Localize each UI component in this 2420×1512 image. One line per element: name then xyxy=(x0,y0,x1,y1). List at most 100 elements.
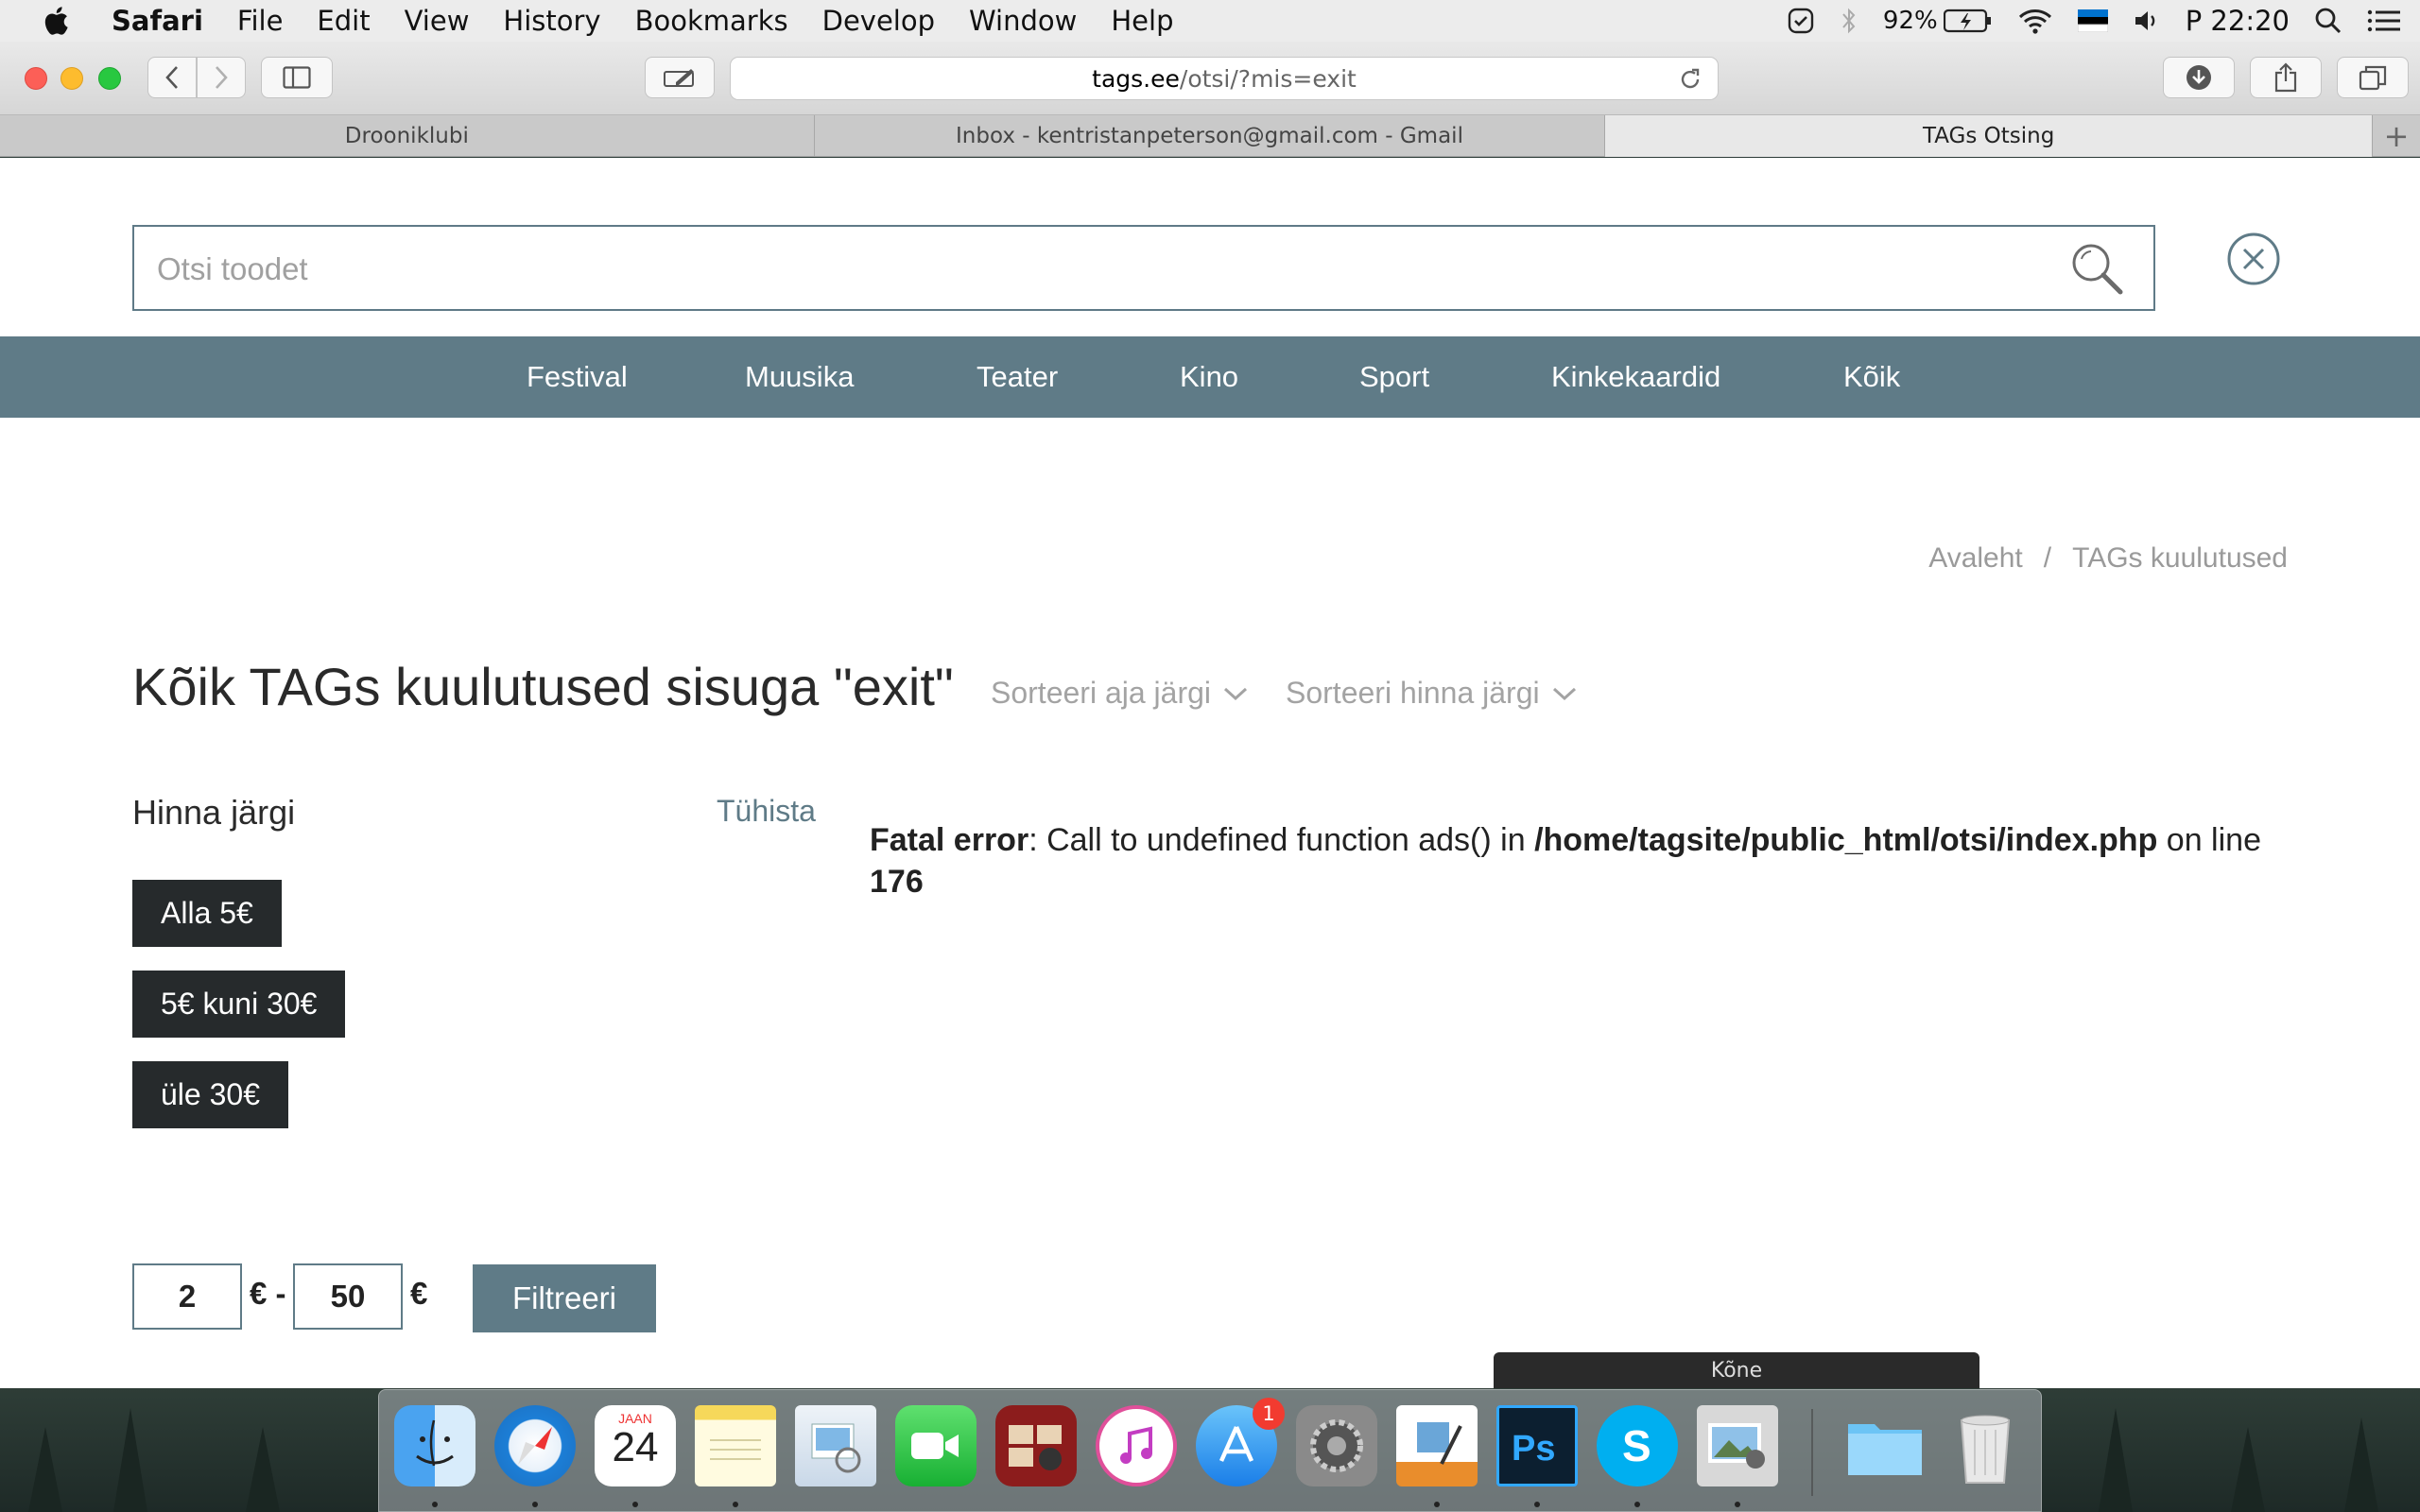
url-host: tags.ee xyxy=(1092,64,1180,93)
reader-compose-button[interactable] xyxy=(645,57,715,98)
system-preferences-icon[interactable] xyxy=(1296,1405,1377,1486)
apple-logo-icon[interactable] xyxy=(38,6,74,36)
menu-file[interactable]: File xyxy=(237,5,284,37)
forward-button[interactable] xyxy=(197,57,246,98)
search-input[interactable] xyxy=(157,248,1953,291)
calendar-day: 24 xyxy=(612,1424,659,1470)
php-error-message: Fatal error: Call to undefined function … xyxy=(870,819,2288,902)
share-icon xyxy=(2274,62,2297,93)
window-zoom-button[interactable] xyxy=(98,67,121,90)
app-store-badge: 1 xyxy=(1253,1398,1285,1430)
notes-icon[interactable] xyxy=(695,1405,776,1486)
breadcrumb-separator: / xyxy=(2043,542,2052,574)
search-icon[interactable] xyxy=(2068,240,2125,297)
max-price-input[interactable]: 50 xyxy=(293,1263,403,1330)
price-under-5-button[interactable]: Alla 5€ xyxy=(132,880,282,947)
bluetooth-icon[interactable] xyxy=(1840,7,1858,35)
menu-window[interactable]: Window xyxy=(969,5,1077,37)
clock[interactable]: P 22:20 xyxy=(2186,5,2290,37)
tree-silhouette xyxy=(246,1427,280,1512)
photoshop-icon[interactable]: Ps xyxy=(1496,1405,1578,1486)
nav-item-kinkekaardid[interactable]: Kinkekaardid xyxy=(1551,336,1720,418)
wifi-icon[interactable] xyxy=(2017,7,2053,35)
reload-icon[interactable] xyxy=(1678,67,1703,92)
download-icon xyxy=(2187,65,2211,90)
nav-item-sport[interactable]: Sport xyxy=(1359,336,1429,418)
tree-silhouette xyxy=(2099,1408,2133,1512)
running-indicator xyxy=(1434,1502,1440,1507)
nav-item-kino[interactable]: Kino xyxy=(1180,336,1238,418)
search-box xyxy=(132,225,2155,311)
running-indicator xyxy=(1634,1502,1640,1507)
menu-edit[interactable]: Edit xyxy=(317,5,370,37)
filter-submit-button[interactable]: Filtreeri xyxy=(473,1264,656,1332)
folder-icon[interactable] xyxy=(1844,1405,1926,1486)
menu-develop[interactable]: Develop xyxy=(822,5,935,37)
running-indicator xyxy=(632,1502,638,1507)
breadcrumb-current[interactable]: TAGs kuulutused xyxy=(2072,542,2288,574)
error-text: : Call to undefined function ads() in xyxy=(1028,822,1535,858)
tab-drooniklubi[interactable]: Drooniklubi xyxy=(0,115,815,157)
back-button[interactable] xyxy=(147,57,197,98)
sidebar-toggle-button[interactable] xyxy=(261,57,333,98)
tab-gmail-inbox[interactable]: Inbox - kentristanpeterson@gmail.com - G… xyxy=(815,115,1606,157)
menu-view[interactable]: View xyxy=(405,5,470,37)
dock-tooltip: Kõne xyxy=(1494,1352,1979,1388)
url-path: /otsi/?mis=exit xyxy=(1179,64,1357,93)
chevron-down-icon xyxy=(1552,687,1576,700)
skype-icon[interactable]: S xyxy=(1597,1405,1678,1486)
nav-item-koik[interactable]: Kõik xyxy=(1843,336,1900,418)
chevron-right-icon xyxy=(216,66,228,89)
photo-booth-icon[interactable] xyxy=(995,1405,1077,1486)
menu-app-safari[interactable]: Safari xyxy=(112,5,203,37)
nav-item-muusika[interactable]: Muusika xyxy=(745,336,854,418)
dock-divider xyxy=(1811,1409,1813,1496)
input-source-flag-icon[interactable] xyxy=(2077,9,2108,32)
sort-by-time-label: Sorteeri aja järgi xyxy=(991,676,1211,710)
trash-icon[interactable] xyxy=(1945,1405,2026,1486)
share-button[interactable] xyxy=(2250,57,2322,98)
tab-overview-button[interactable] xyxy=(2337,57,2409,98)
nav-item-teater[interactable]: Teater xyxy=(977,336,1058,418)
iphoto-icon[interactable] xyxy=(1697,1405,1778,1486)
pages-icon[interactable] xyxy=(1396,1405,1478,1486)
error-path: /home/tagsite/public_html/otsi/index.php xyxy=(1534,822,2158,858)
spotlight-search-icon[interactable] xyxy=(2314,7,2342,35)
price-5-to-30-button[interactable]: 5€ kuni 30€ xyxy=(132,971,346,1038)
volume-icon[interactable] xyxy=(2133,8,2161,34)
dock: JAAN 24 1 Ps S xyxy=(378,1389,2042,1512)
battery-indicator[interactable]: 92% xyxy=(1883,7,1993,35)
menu-history[interactable]: History xyxy=(503,5,600,37)
downloads-button[interactable] xyxy=(2163,57,2235,98)
facetime-icon[interactable] xyxy=(895,1405,977,1486)
safari-icon[interactable] xyxy=(494,1405,576,1486)
itunes-icon[interactable] xyxy=(1096,1405,1177,1486)
tab-tags-otsing[interactable]: TAGs Otsing xyxy=(1605,115,2374,157)
preview-icon[interactable] xyxy=(795,1405,876,1486)
nav-item-festival[interactable]: Festival xyxy=(527,336,628,418)
window-close-button[interactable] xyxy=(25,67,47,90)
running-indicator xyxy=(1534,1502,1540,1507)
running-indicator xyxy=(432,1502,438,1507)
min-price-input[interactable]: 2 xyxy=(132,1263,242,1330)
breadcrumb-home[interactable]: Avaleht xyxy=(1928,542,2023,574)
close-search-icon[interactable] xyxy=(2226,232,2281,286)
finder-icon[interactable] xyxy=(394,1405,475,1486)
sort-by-time[interactable]: Sorteeri aja järgi xyxy=(991,676,1249,711)
calendar-icon[interactable]: JAAN 24 xyxy=(595,1405,676,1486)
range-separator: € - xyxy=(250,1276,286,1311)
currency-label: € xyxy=(410,1276,428,1311)
window-minimize-button[interactable] xyxy=(60,67,83,90)
app-store-icon[interactable]: 1 xyxy=(1196,1398,1285,1486)
new-tab-button[interactable]: + xyxy=(2373,115,2420,157)
reset-filter-link[interactable]: Tühista xyxy=(717,794,816,829)
tree-silhouette xyxy=(113,1408,147,1512)
address-bar[interactable]: tags.ee/otsi/?mis=exit xyxy=(730,57,1719,100)
menu-help[interactable]: Help xyxy=(1111,5,1173,37)
price-over-30-button[interactable]: üle 30€ xyxy=(132,1061,288,1128)
security-check-icon[interactable] xyxy=(1787,7,1815,35)
sort-by-price[interactable]: Sorteeri hinna järgi xyxy=(1286,676,1578,711)
menu-bookmarks[interactable]: Bookmarks xyxy=(635,5,788,37)
svg-text:S: S xyxy=(1622,1421,1651,1470)
notification-center-icon[interactable] xyxy=(2367,8,2401,34)
